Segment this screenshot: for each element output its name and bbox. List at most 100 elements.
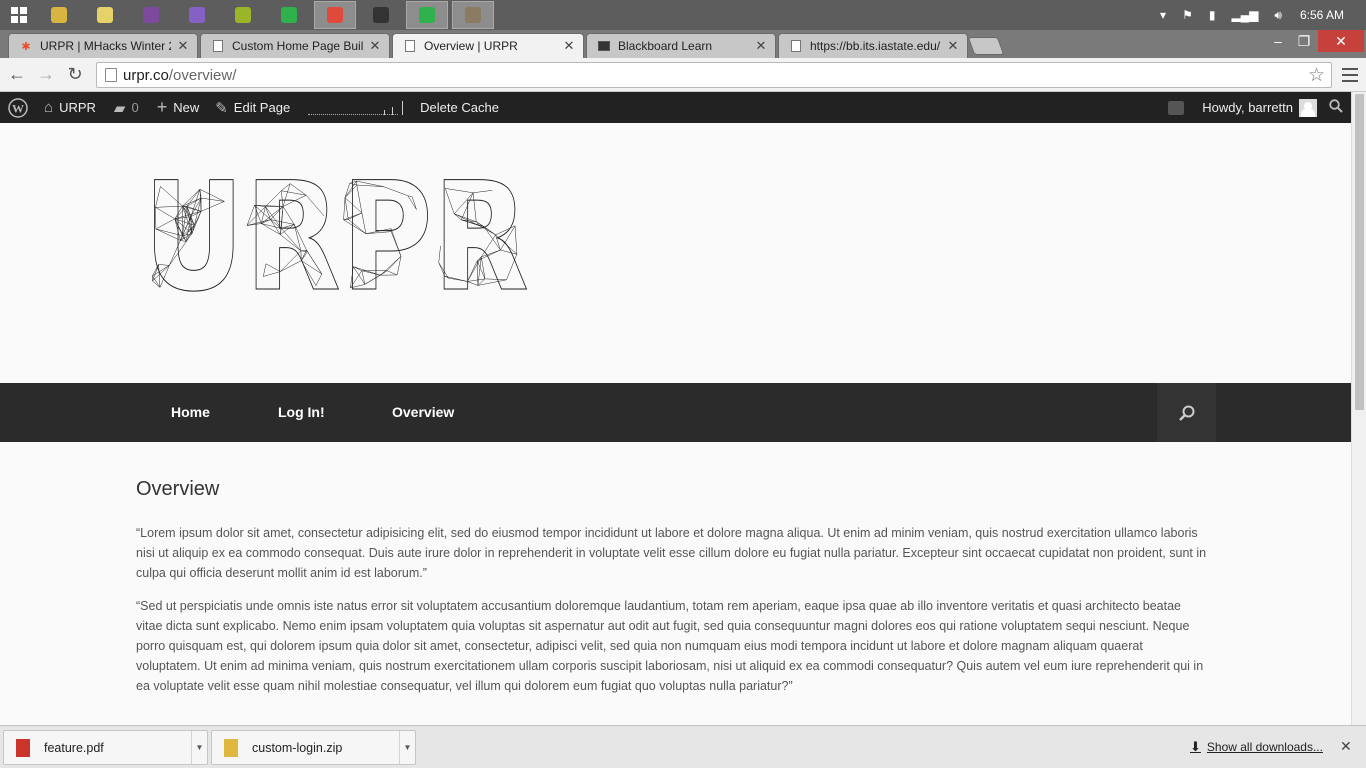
browser-tab[interactable]: https://bb.its.iastate.edu/ ✕: [778, 33, 968, 58]
network-flag-icon[interactable]: ⚑: [1182, 8, 1193, 22]
tab-close-icon[interactable]: ✕: [563, 38, 575, 54]
chevron-down-icon[interactable]: ▼: [191, 731, 207, 764]
taskbar-app[interactable]: [406, 1, 448, 29]
download-item[interactable]: custom-login.zip ▼: [211, 730, 416, 765]
tab-close-icon[interactable]: ✕: [947, 38, 959, 54]
restore-window-button[interactable]: ❐: [1291, 30, 1317, 52]
taskbar-app[interactable]: [314, 1, 356, 29]
browser-tab[interactable]: Custom Home Page Build ✕: [200, 33, 390, 58]
taskbar-app[interactable]: [268, 1, 310, 29]
page-icon: [789, 39, 803, 53]
visual-studio-icon: [189, 7, 205, 23]
back-arrow-icon[interactable]: ←: [6, 63, 28, 85]
nav-search-button[interactable]: [1157, 383, 1216, 442]
signal-icon[interactable]: ▂▄▆: [1231, 8, 1258, 22]
tab-close-icon[interactable]: ✕: [755, 38, 767, 54]
tab-close-icon[interactable]: ✕: [177, 38, 189, 54]
chevron-down-icon[interactable]: ▼: [399, 731, 415, 764]
taskbar-app[interactable]: [130, 1, 172, 29]
page-scrollbar[interactable]: [1351, 92, 1366, 725]
volume-icon[interactable]: 🔊︎: [1274, 8, 1282, 23]
tray-overflow-icon[interactable]: ▾: [1160, 8, 1166, 22]
browser-tab[interactable]: ✱ URPR | MHacks Winter 20 ✕: [8, 33, 198, 58]
download-filename: custom-login.zip: [252, 740, 343, 755]
site-logo[interactable]: URPR: [143, 177, 529, 293]
admin-site-name: URPR: [59, 100, 96, 115]
download-shelf: feature.pdf ▼ custom-login.zip ▼ ⬇ Show …: [0, 725, 1366, 768]
close-shelf-icon[interactable]: ✕: [1340, 738, 1352, 755]
taskbar-app[interactable]: [176, 1, 218, 29]
close-window-button[interactable]: ✕: [1318, 30, 1364, 52]
admin-bar-right: Howdy, barrettn: [1168, 92, 1351, 123]
new-tab-button[interactable]: [967, 37, 1005, 55]
calculator-icon: [373, 7, 389, 23]
show-all-downloads-link[interactable]: ⬇ Show all downloads...: [1190, 739, 1323, 755]
browser-tab-active[interactable]: Overview | URPR ✕: [392, 33, 584, 58]
site-header: URPR: [0, 123, 1351, 383]
taskbar-app[interactable]: [38, 1, 80, 29]
download-arrow-icon: ⬇: [1190, 739, 1201, 754]
page-info-icon[interactable]: [105, 68, 117, 82]
browser-tab[interactable]: Blackboard Learn ✕: [586, 33, 776, 58]
bookmark-star-icon[interactable]: ☆: [1308, 64, 1325, 87]
app-leaf-icon: [235, 7, 251, 23]
admin-search-icon[interactable]: [1329, 98, 1343, 117]
download-filename: feature.pdf: [44, 740, 104, 755]
site-logo-text: URPR: [143, 177, 529, 293]
chrome-icon: [327, 7, 343, 23]
comment-bubble-icon: ▰: [113, 99, 126, 117]
tab-close-icon[interactable]: ✕: [369, 38, 381, 54]
windows-start-button[interactable]: [0, 0, 38, 30]
tab-title: Overview | URPR: [424, 39, 518, 53]
wordpress-logo-icon[interactable]: W: [8, 97, 28, 118]
chrome-menu-icon[interactable]: [1340, 65, 1360, 85]
address-bar[interactable]: urpr.co/overview/ ☆: [96, 62, 1332, 88]
windows-taskbar: ▾ ⚑ ▮ ▂▄▆ 🔊︎ 6:56 AM: [0, 0, 1366, 30]
home-icon: ⌂: [44, 99, 54, 116]
show-all-downloads-label: Show all downloads...: [1206, 740, 1323, 754]
plus-icon: +: [156, 97, 168, 117]
admin-edit-page-link[interactable]: ✎ Edit Page: [215, 99, 290, 117]
entry-paragraph: “Sed ut perspiciatis unde omnis iste nat…: [136, 599, 1204, 693]
page-icon: [211, 39, 225, 53]
tab-title: Blackboard Learn: [618, 39, 713, 53]
forward-arrow-icon[interactable]: →: [35, 63, 57, 85]
site-nav-bar: Home Log In! Overview: [0, 383, 1351, 442]
pencil-icon: ✎: [215, 99, 228, 117]
admin-activity-graph[interactable]: [308, 100, 404, 115]
taskbar-app[interactable]: [222, 1, 264, 29]
taskbar-app[interactable]: [360, 1, 402, 29]
address-url[interactable]: urpr.co/overview/: [123, 67, 236, 84]
taskbar-clock[interactable]: 6:56 AM: [1300, 8, 1344, 22]
taskbar-app[interactable]: [84, 1, 126, 29]
gimp-icon: [465, 7, 481, 23]
devpost-icon: ✱: [21, 40, 31, 53]
tab-title: https://bb.its.iastate.edu/: [810, 39, 941, 53]
nav-overview[interactable]: Overview: [392, 383, 454, 442]
pdf-icon: [16, 738, 30, 757]
minimize-window-button[interactable]: –: [1265, 30, 1291, 52]
windows-logo-icon: [11, 7, 27, 23]
download-item[interactable]: feature.pdf ▼: [3, 730, 208, 765]
admin-new-link[interactable]: + New: [157, 97, 200, 118]
admin-delete-cache-label: Delete Cache: [420, 100, 499, 115]
taskbar-app[interactable]: [452, 1, 494, 29]
reload-icon[interactable]: ↻: [64, 63, 86, 85]
admin-delete-cache-link[interactable]: Delete Cache: [420, 100, 499, 115]
nav-log-in[interactable]: Log In!: [278, 383, 325, 442]
avatar[interactable]: [1299, 98, 1317, 117]
wp-admin-bar: W ⌂ URPR ▰ 0 + New ✎ Edit Page Delete Ca…: [0, 92, 1351, 123]
spotify-icon: [281, 7, 297, 23]
scrollbar-thumb[interactable]: [1355, 94, 1364, 410]
entry-paragraph: “Lorem ipsum dolor sit amet, consectetur…: [136, 526, 1207, 580]
browser-toolbar: ← → ↻ urpr.co/overview/ ☆: [0, 58, 1366, 92]
nav-home[interactable]: Home: [171, 383, 210, 442]
tab-title: Custom Home Page Build: [232, 39, 363, 53]
spotify-icon: [419, 7, 435, 23]
admin-comments-link[interactable]: ▰ 0: [114, 99, 139, 117]
page-icon: [403, 39, 417, 53]
notification-icon[interactable]: [1168, 100, 1185, 115]
admin-howdy[interactable]: Howdy, barrettn: [1202, 100, 1293, 115]
admin-site-link[interactable]: ⌂ URPR: [44, 99, 96, 116]
battery-icon[interactable]: ▮: [1209, 8, 1216, 22]
